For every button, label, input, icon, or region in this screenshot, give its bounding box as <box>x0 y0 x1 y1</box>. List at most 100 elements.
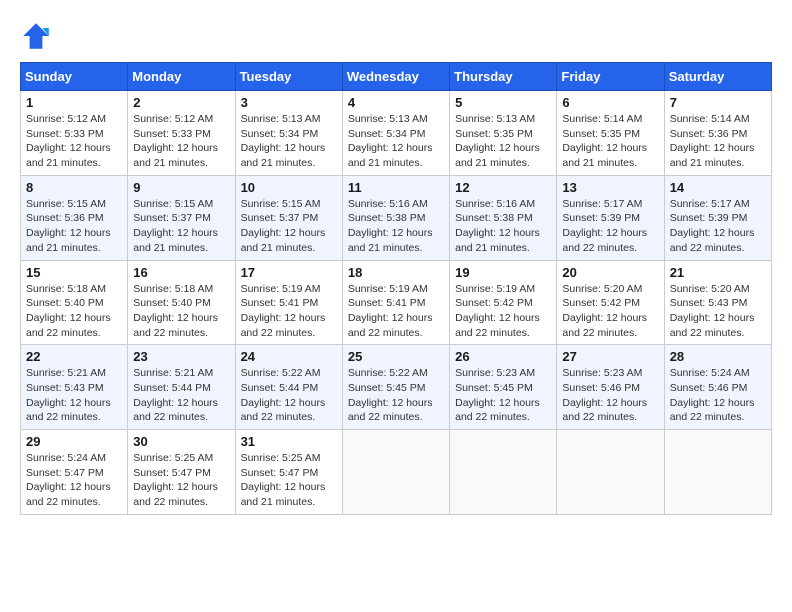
day-cell-28: 28 Sunrise: 5:24 AM Sunset: 5:46 PM Dayl… <box>664 345 771 430</box>
day-info: Sunrise: 5:24 AM Sunset: 5:47 PM Dayligh… <box>26 451 122 510</box>
day-number: 20 <box>562 265 658 280</box>
week-row-4: 22 Sunrise: 5:21 AM Sunset: 5:43 PM Dayl… <box>21 345 772 430</box>
daylight-label: Daylight: 12 hours and 21 minutes. <box>348 142 433 169</box>
day-number: 18 <box>348 265 444 280</box>
day-cell-24: 24 Sunrise: 5:22 AM Sunset: 5:44 PM Dayl… <box>235 345 342 430</box>
day-number: 15 <box>26 265 122 280</box>
day-number: 19 <box>455 265 551 280</box>
day-info: Sunrise: 5:13 AM Sunset: 5:35 PM Dayligh… <box>455 112 551 171</box>
day-number: 29 <box>26 434 122 449</box>
weekday-header-tuesday: Tuesday <box>235 63 342 91</box>
day-info: Sunrise: 5:13 AM Sunset: 5:34 PM Dayligh… <box>348 112 444 171</box>
day-info: Sunrise: 5:18 AM Sunset: 5:40 PM Dayligh… <box>26 282 122 341</box>
day-cell-27: 27 Sunrise: 5:23 AM Sunset: 5:46 PM Dayl… <box>557 345 664 430</box>
daylight-label: Daylight: 12 hours and 21 minutes. <box>26 227 111 254</box>
sunrise-label: Sunrise: 5:22 AM <box>241 367 321 379</box>
daylight-label: Daylight: 12 hours and 22 minutes. <box>455 312 540 339</box>
sunrise-label: Sunrise: 5:21 AM <box>133 367 213 379</box>
daylight-label: Daylight: 12 hours and 22 minutes. <box>562 312 647 339</box>
sunrise-label: Sunrise: 5:17 AM <box>670 198 750 210</box>
sunrise-label: Sunrise: 5:18 AM <box>133 283 213 295</box>
day-cell-20: 20 Sunrise: 5:20 AM Sunset: 5:42 PM Dayl… <box>557 260 664 345</box>
week-row-2: 8 Sunrise: 5:15 AM Sunset: 5:36 PM Dayli… <box>21 175 772 260</box>
day-cell-31: 31 Sunrise: 5:25 AM Sunset: 5:47 PM Dayl… <box>235 430 342 515</box>
week-row-5: 29 Sunrise: 5:24 AM Sunset: 5:47 PM Dayl… <box>21 430 772 515</box>
daylight-label: Daylight: 12 hours and 22 minutes. <box>241 397 326 424</box>
sunrise-label: Sunrise: 5:15 AM <box>241 198 321 210</box>
sunrise-label: Sunrise: 5:24 AM <box>26 452 106 464</box>
day-info: Sunrise: 5:13 AM Sunset: 5:34 PM Dayligh… <box>241 112 337 171</box>
sunset-label: Sunset: 5:46 PM <box>670 382 748 394</box>
sunset-label: Sunset: 5:34 PM <box>348 128 426 140</box>
day-cell-4: 4 Sunrise: 5:13 AM Sunset: 5:34 PM Dayli… <box>342 91 449 176</box>
day-cell-8: 8 Sunrise: 5:15 AM Sunset: 5:36 PM Dayli… <box>21 175 128 260</box>
day-number: 22 <box>26 349 122 364</box>
day-cell-25: 25 Sunrise: 5:22 AM Sunset: 5:45 PM Dayl… <box>342 345 449 430</box>
day-number: 2 <box>133 95 229 110</box>
day-cell-3: 3 Sunrise: 5:13 AM Sunset: 5:34 PM Dayli… <box>235 91 342 176</box>
day-info: Sunrise: 5:12 AM Sunset: 5:33 PM Dayligh… <box>133 112 229 171</box>
day-cell-23: 23 Sunrise: 5:21 AM Sunset: 5:44 PM Dayl… <box>128 345 235 430</box>
day-cell-19: 19 Sunrise: 5:19 AM Sunset: 5:42 PM Dayl… <box>450 260 557 345</box>
sunrise-label: Sunrise: 5:20 AM <box>562 283 642 295</box>
sunset-label: Sunset: 5:37 PM <box>241 212 319 224</box>
day-info: Sunrise: 5:14 AM Sunset: 5:36 PM Dayligh… <box>670 112 766 171</box>
sunset-label: Sunset: 5:35 PM <box>562 128 640 140</box>
day-number: 11 <box>348 180 444 195</box>
sunset-label: Sunset: 5:35 PM <box>455 128 533 140</box>
day-cell-10: 10 Sunrise: 5:15 AM Sunset: 5:37 PM Dayl… <box>235 175 342 260</box>
day-cell-2: 2 Sunrise: 5:12 AM Sunset: 5:33 PM Dayli… <box>128 91 235 176</box>
day-number: 17 <box>241 265 337 280</box>
sunrise-label: Sunrise: 5:14 AM <box>562 113 642 125</box>
day-cell-6: 6 Sunrise: 5:14 AM Sunset: 5:35 PM Dayli… <box>557 91 664 176</box>
weekday-header-row: SundayMondayTuesdayWednesdayThursdayFrid… <box>21 63 772 91</box>
sunset-label: Sunset: 5:38 PM <box>455 212 533 224</box>
sunset-label: Sunset: 5:44 PM <box>133 382 211 394</box>
daylight-label: Daylight: 12 hours and 22 minutes. <box>26 312 111 339</box>
logo <box>20 20 56 52</box>
daylight-label: Daylight: 12 hours and 21 minutes. <box>562 142 647 169</box>
week-row-3: 15 Sunrise: 5:18 AM Sunset: 5:40 PM Dayl… <box>21 260 772 345</box>
sunset-label: Sunset: 5:43 PM <box>670 297 748 309</box>
sunrise-label: Sunrise: 5:16 AM <box>455 198 535 210</box>
day-number: 14 <box>670 180 766 195</box>
empty-cell <box>664 430 771 515</box>
weekday-header-wednesday: Wednesday <box>342 63 449 91</box>
day-cell-12: 12 Sunrise: 5:16 AM Sunset: 5:38 PM Dayl… <box>450 175 557 260</box>
sunrise-label: Sunrise: 5:21 AM <box>26 367 106 379</box>
day-info: Sunrise: 5:19 AM Sunset: 5:41 PM Dayligh… <box>348 282 444 341</box>
daylight-label: Daylight: 12 hours and 21 minutes. <box>133 227 218 254</box>
sunset-label: Sunset: 5:42 PM <box>455 297 533 309</box>
day-info: Sunrise: 5:25 AM Sunset: 5:47 PM Dayligh… <box>241 451 337 510</box>
day-number: 28 <box>670 349 766 364</box>
daylight-label: Daylight: 12 hours and 21 minutes. <box>241 227 326 254</box>
sunset-label: Sunset: 5:41 PM <box>348 297 426 309</box>
day-number: 6 <box>562 95 658 110</box>
day-info: Sunrise: 5:15 AM Sunset: 5:36 PM Dayligh… <box>26 197 122 256</box>
day-number: 25 <box>348 349 444 364</box>
sunrise-label: Sunrise: 5:13 AM <box>348 113 428 125</box>
sunset-label: Sunset: 5:33 PM <box>133 128 211 140</box>
day-cell-30: 30 Sunrise: 5:25 AM Sunset: 5:47 PM Dayl… <box>128 430 235 515</box>
daylight-label: Daylight: 12 hours and 21 minutes. <box>348 227 433 254</box>
daylight-label: Daylight: 12 hours and 22 minutes. <box>670 312 755 339</box>
day-info: Sunrise: 5:14 AM Sunset: 5:35 PM Dayligh… <box>562 112 658 171</box>
calendar-table: SundayMondayTuesdayWednesdayThursdayFrid… <box>20 62 772 515</box>
day-number: 8 <box>26 180 122 195</box>
sunset-label: Sunset: 5:33 PM <box>26 128 104 140</box>
sunrise-label: Sunrise: 5:22 AM <box>348 367 428 379</box>
weekday-header-monday: Monday <box>128 63 235 91</box>
sunset-label: Sunset: 5:40 PM <box>133 297 211 309</box>
logo-icon <box>20 20 52 52</box>
day-info: Sunrise: 5:17 AM Sunset: 5:39 PM Dayligh… <box>670 197 766 256</box>
day-number: 21 <box>670 265 766 280</box>
sunset-label: Sunset: 5:37 PM <box>133 212 211 224</box>
day-info: Sunrise: 5:19 AM Sunset: 5:42 PM Dayligh… <box>455 282 551 341</box>
sunrise-label: Sunrise: 5:19 AM <box>241 283 321 295</box>
sunrise-label: Sunrise: 5:24 AM <box>670 367 750 379</box>
daylight-label: Daylight: 12 hours and 22 minutes. <box>562 227 647 254</box>
page-header <box>20 20 772 52</box>
weekday-header-friday: Friday <box>557 63 664 91</box>
daylight-label: Daylight: 12 hours and 22 minutes. <box>348 312 433 339</box>
sunset-label: Sunset: 5:45 PM <box>455 382 533 394</box>
